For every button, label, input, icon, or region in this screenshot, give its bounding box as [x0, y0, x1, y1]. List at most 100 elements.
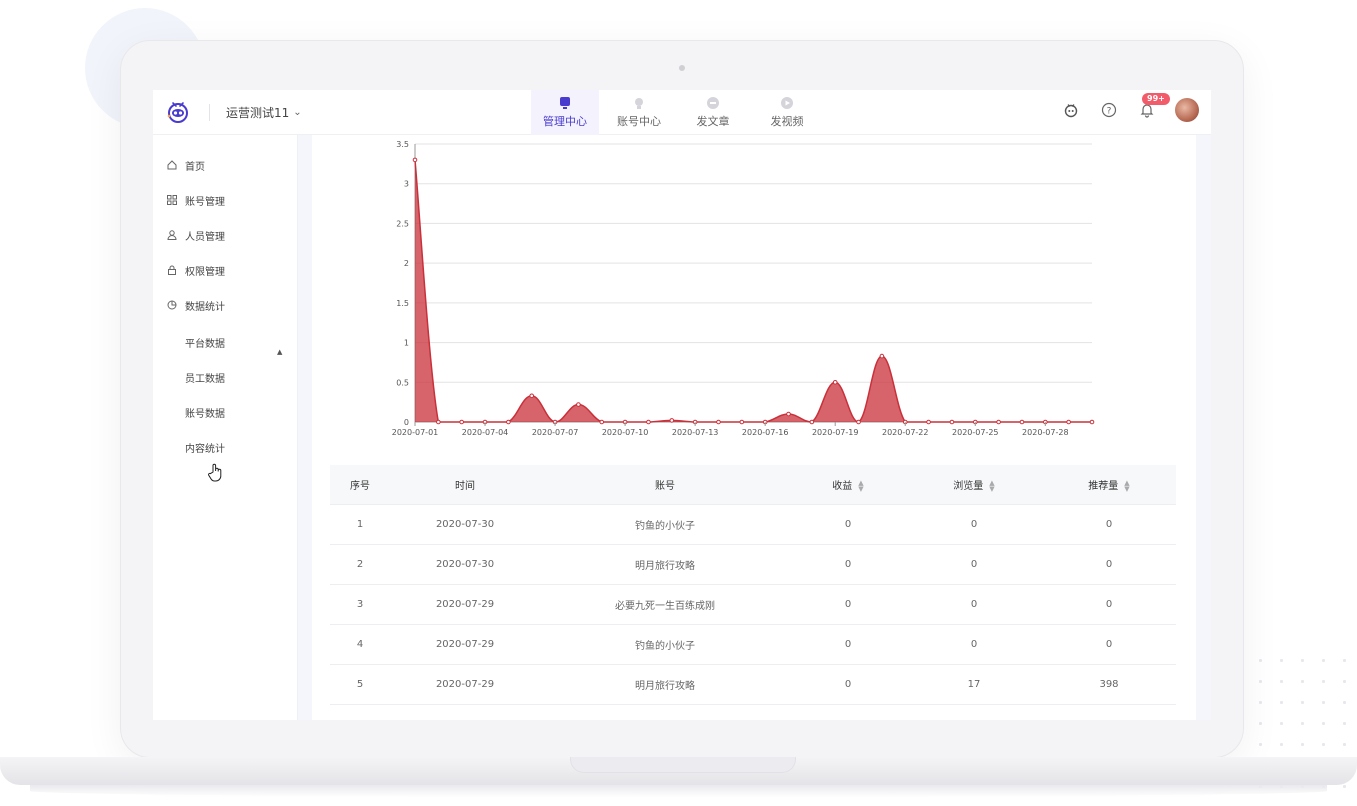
cell-account: 明月旅行攻略	[635, 681, 695, 692]
data-point[interactable]	[926, 419, 931, 425]
data-point[interactable]	[832, 379, 838, 385]
data-point[interactable]	[786, 411, 791, 417]
cell-index: 3	[356, 599, 364, 610]
header-recommendations[interactable]: 推荐量 ▲ ▼	[1042, 477, 1176, 493]
tab-post-article[interactable]: 发文章	[679, 90, 747, 135]
app-screen: 运营测试11 ⌄ 管理中心 账号中心 发文章 发视频 ? 99+ 首页 账号管理…	[153, 90, 1211, 720]
data-point[interactable]	[716, 419, 721, 425]
y-tick-label: 3.5	[396, 140, 409, 149]
cell-account: 明月旅行攻略	[635, 561, 695, 572]
cell-recommendations: 0	[1105, 639, 1113, 650]
x-tick-label: 2020-07-10	[602, 428, 649, 437]
sidebar-item-personnel[interactable]: 人员管理	[167, 227, 225, 243]
help-icon[interactable]: ?	[1099, 100, 1119, 120]
x-tick-label: 2020-07-22	[882, 428, 929, 437]
area-chart: 0 0.5 1 1.5 2 2.5 3 3.5 2020-07-01 2020-07-04 2020…	[392, 140, 1095, 437]
user-icon	[167, 230, 177, 240]
data-point[interactable]	[669, 418, 675, 423]
tab-management-center[interactable]: 管理中心	[531, 90, 599, 135]
cell-views: 0	[970, 639, 978, 650]
x-tick-label: 2020-07-01	[392, 428, 439, 437]
cell-index: 4	[356, 639, 364, 650]
cell-index: 1	[356, 519, 364, 530]
data-point[interactable]	[1089, 419, 1095, 425]
data-point[interactable]	[1066, 419, 1071, 425]
cell-account: 必要九死一生百练成刚	[615, 601, 715, 612]
table-body: 1 2020-07-30 钓鱼的小伙子 0 0 0 2 2020-07-30 明月旅行攻略 0 0 0…	[330, 505, 1176, 705]
laptop-camera	[679, 65, 685, 71]
table-row: 5 2020-07-29 明月旅行攻略 0 17 398	[330, 665, 1176, 705]
data-point[interactable]	[459, 419, 464, 425]
sidebar-item-statistics[interactable]: 数据统计	[167, 297, 225, 313]
org-selector[interactable]: 运营测试11 ⌄	[226, 104, 302, 121]
robot-icon[interactable]	[1061, 100, 1081, 120]
tab-label: 管理中心	[543, 115, 587, 128]
sidebar-item-label: 账号管理	[185, 196, 225, 208]
cell-views: 0	[970, 519, 978, 530]
grid-icon	[167, 195, 177, 205]
data-point[interactable]	[412, 157, 418, 163]
notification-badge: 99+	[1142, 93, 1170, 105]
data-point[interactable]	[599, 419, 605, 425]
cell-account: 钓鱼的小伙子	[635, 641, 695, 652]
notification-bell[interactable]: 99+	[1137, 93, 1170, 120]
home-icon	[167, 160, 177, 170]
laptop-notch	[570, 757, 796, 773]
sidebar-subitem-content-stats[interactable]: 内容统计	[185, 440, 225, 455]
x-tick-label: 2020-07-13	[672, 428, 719, 437]
y-tick-label: 1	[404, 339, 409, 348]
lock-icon	[168, 265, 176, 275]
sort-icon[interactable]: ▲ ▼	[858, 480, 863, 493]
x-tick-label: 2020-07-07	[532, 428, 579, 437]
x-tick-label: 2020-07-25	[952, 428, 999, 437]
content-card: 0 0.5 1 1.5 2 2.5 3 3.5 2020-07-01 2020-07-04 2020…	[312, 135, 1196, 720]
y-tick-label: 0.5	[396, 378, 409, 387]
tab-account-center[interactable]: 账号中心	[605, 90, 673, 135]
data-point[interactable]	[856, 419, 861, 425]
x-tick-label: 2020-07-04	[462, 428, 509, 437]
bulb-icon	[635, 98, 643, 109]
data-point[interactable]	[506, 419, 511, 425]
data-point[interactable]	[739, 419, 745, 425]
data-point[interactable]	[529, 393, 535, 399]
cell-views: 0	[970, 599, 978, 610]
tab-label: 账号中心	[617, 115, 661, 128]
avatar[interactable]	[1175, 98, 1199, 122]
data-point[interactable]	[646, 419, 651, 425]
data-point[interactable]	[949, 419, 955, 425]
header-revenue[interactable]: 收益 ▲ ▼	[790, 477, 906, 493]
data-point[interactable]	[436, 419, 441, 425]
main-area: 0 0.5 1 1.5 2 2.5 3 3.5 2020-07-01 2020-07-04 2020…	[298, 135, 1211, 720]
data-point[interactable]	[879, 353, 885, 359]
sidebar-item-accounts[interactable]: 账号管理	[167, 192, 225, 208]
data-point[interactable]	[809, 419, 815, 425]
chevron-up-icon[interactable]: ▲	[277, 348, 282, 356]
header-label: 收益	[832, 481, 853, 492]
robot-logo-icon[interactable]	[165, 99, 191, 125]
header-index: 序号	[350, 481, 370, 492]
cell-recommendations: 398	[1099, 679, 1119, 690]
data-point[interactable]	[576, 402, 581, 407]
sidebar-subitem-account-data[interactable]: 账号数据	[185, 405, 225, 420]
cell-recommendations: 0	[1105, 559, 1113, 570]
laptop-shadow	[30, 785, 1327, 797]
header-views[interactable]: 浏览量 ▲ ▼	[906, 477, 1042, 493]
y-tick-label: 0	[404, 418, 409, 427]
cell-revenue: 0	[844, 599, 852, 610]
header-label: 浏览量	[953, 481, 984, 492]
sort-icon[interactable]: ▲ ▼	[1124, 480, 1129, 493]
sidebar-subitem-platform-data[interactable]: 平台数据	[185, 335, 225, 350]
data-point[interactable]	[1019, 419, 1025, 425]
x-tick-label: 2020-07-19	[812, 428, 859, 437]
sidebar-item-permissions[interactable]: 权限管理	[167, 262, 225, 278]
table-row: 4 2020-07-29 钓鱼的小伙子 0 0 0	[330, 625, 1176, 665]
tab-label: 发文章	[696, 115, 730, 128]
data-point[interactable]	[996, 419, 1001, 425]
cell-revenue: 0	[844, 519, 852, 530]
table-row: 1 2020-07-30 钓鱼的小伙子 0 0 0	[330, 505, 1176, 545]
sidebar-subitem-staff-data[interactable]: 员工数据	[185, 370, 225, 385]
cell-views: 17	[967, 679, 981, 690]
sidebar-item-home[interactable]: 首页	[167, 157, 205, 173]
tab-post-video[interactable]: 发视频	[753, 90, 821, 135]
sort-icon[interactable]: ▲ ▼	[989, 480, 994, 493]
